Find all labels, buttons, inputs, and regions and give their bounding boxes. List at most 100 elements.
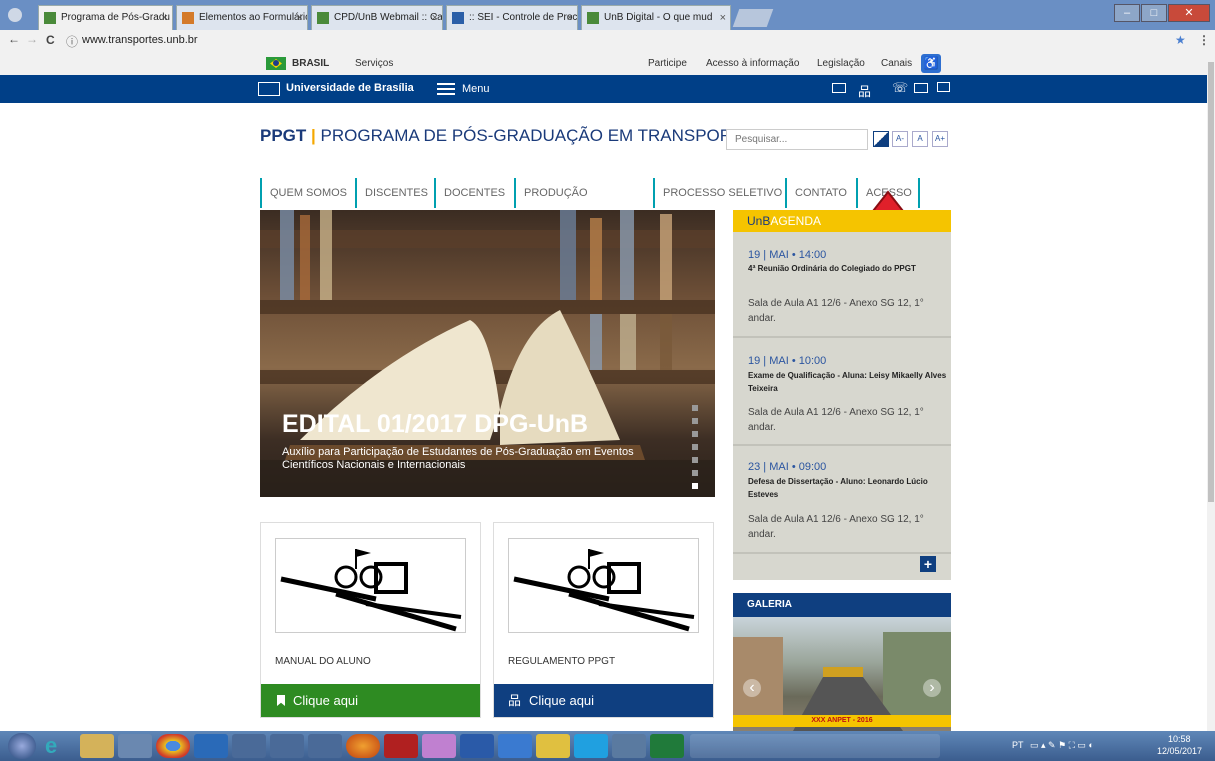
- chrome-icon[interactable]: [156, 734, 190, 758]
- mail-icon[interactable]: [832, 83, 846, 93]
- menu-label[interactable]: Menu: [462, 83, 490, 95]
- hero-title[interactable]: EDITAL 01/2017 DPG-UnB: [282, 410, 588, 439]
- slide-dot[interactable]: [692, 470, 698, 476]
- close-icon[interactable]: ×: [432, 6, 438, 30]
- tab-webmail[interactable]: CPD/UnB Webmail :: Ca ×: [311, 5, 443, 30]
- skype-icon[interactable]: [574, 734, 608, 758]
- sitemap-icon[interactable]: 品: [858, 81, 871, 100]
- language-indicator[interactable]: PT: [1012, 740, 1024, 750]
- font-increase-button[interactable]: A+: [932, 131, 948, 147]
- monitor-icon[interactable]: [937, 82, 950, 92]
- paint-icon[interactable]: [422, 734, 456, 758]
- tab-label: Programa de Pós-Gradu: [61, 12, 170, 23]
- slide-dot-active[interactable]: [692, 483, 698, 489]
- agenda-item[interactable]: 19 | MAI • 14:00 4ª Reunião Ordinária do…: [733, 232, 951, 338]
- slide-dot[interactable]: [692, 431, 698, 437]
- tab-unb-digital[interactable]: UnB Digital - O que mud ×: [581, 5, 731, 30]
- active-window[interactable]: [690, 734, 940, 758]
- outlook-icon[interactable]: [194, 734, 228, 758]
- acesso-informacao-link[interactable]: Acesso à informação: [706, 58, 799, 69]
- nav-contato[interactable]: CONTATO: [785, 178, 853, 208]
- new-tab-button[interactable]: [732, 9, 774, 27]
- slide-dot[interactable]: [692, 444, 698, 450]
- agenda-event-title[interactable]: Defesa de Dissertação - Aluno: Leonardo …: [748, 475, 948, 501]
- windows-taskbar: e PT ▭ ▴ ✎ ⚑ ⛶ ▭ ◐ 10:58 12/05/2017: [0, 731, 1215, 761]
- close-icon[interactable]: ×: [162, 6, 168, 30]
- nav-discentes[interactable]: DISCENTES: [355, 178, 431, 208]
- agenda-event-title[interactable]: Exame de Qualificação - Aluna: Leisy Mik…: [748, 369, 948, 395]
- gallery-next-icon[interactable]: ›: [923, 679, 941, 697]
- excel-icon[interactable]: [650, 734, 684, 758]
- ie-icon[interactable]: e: [45, 734, 71, 758]
- hero-banner[interactable]: EDITAL 01/2017 DPG-UnB Auxílio para Part…: [260, 210, 715, 497]
- page-scrollbar[interactable]: [1207, 52, 1215, 731]
- scrollbar-thumb[interactable]: [1208, 62, 1214, 502]
- slide-dot[interactable]: [692, 418, 698, 424]
- nav-docentes[interactable]: DOCENTES: [434, 178, 511, 208]
- window-icon[interactable]: [308, 734, 342, 758]
- start-button-icon[interactable]: [8, 733, 36, 759]
- servicos-link[interactable]: Serviços: [355, 58, 393, 69]
- brasil-link[interactable]: BRASIL: [292, 58, 329, 69]
- folder-icon[interactable]: [80, 734, 114, 758]
- accessibility-icon[interactable]: ♿: [921, 54, 941, 73]
- user-icon[interactable]: [612, 734, 646, 758]
- agenda-item[interactable]: 23 | MAI • 09:00 Defesa de Dissertação -…: [733, 448, 951, 554]
- window-icon[interactable]: [232, 734, 266, 758]
- legislacao-link[interactable]: Legislação: [817, 58, 865, 69]
- word-icon[interactable]: [460, 734, 494, 758]
- agenda-item[interactable]: 19 | MAI • 10:00 Exame de Qualificação -…: [733, 340, 951, 446]
- slide-dot[interactable]: [692, 405, 698, 411]
- firefox-icon[interactable]: [346, 734, 380, 758]
- onedrive-icon[interactable]: [498, 734, 532, 758]
- agenda-event-title[interactable]: 4ª Reunião Ordinária do Colegiado do PPG…: [748, 262, 948, 275]
- clock-time[interactable]: 10:58: [1168, 734, 1191, 744]
- hamburger-icon[interactable]: [437, 83, 455, 95]
- close-icon[interactable]: ×: [720, 6, 726, 30]
- forward-icon[interactable]: →: [26, 32, 38, 46]
- browser-menu-icon[interactable]: ⋮: [1198, 33, 1210, 47]
- system-tray-icons[interactable]: ▭ ▴ ✎ ⚑ ⛶ ▭ ◐: [1030, 740, 1150, 752]
- tab-programa[interactable]: Programa de Pós-Gradu ×: [38, 5, 173, 30]
- phone-icon[interactable]: ☏: [892, 80, 908, 96]
- unb-logo-icon[interactable]: [258, 82, 280, 96]
- clock-date[interactable]: 12/05/2017: [1157, 746, 1202, 756]
- url-field[interactable]: www.transportes.unb.br: [82, 34, 198, 46]
- media-icon[interactable]: [118, 734, 152, 758]
- sei-favicon-icon: [452, 12, 464, 24]
- font-decrease-button[interactable]: A-: [892, 131, 908, 147]
- site-title[interactable]: PPGT | PROGRAMA DE PÓS-GRADUAÇÃO EM TRAN…: [260, 126, 765, 146]
- participe-link[interactable]: Participe: [648, 58, 687, 69]
- font-reset-button[interactable]: A: [912, 131, 928, 147]
- info-icon[interactable]: ⓘ: [66, 33, 78, 50]
- contrast-icon[interactable]: [873, 131, 889, 147]
- back-icon[interactable]: ←: [8, 32, 20, 46]
- gallery-prev-icon[interactable]: ‹: [743, 679, 761, 697]
- search-input[interactable]: [726, 129, 868, 150]
- explorer-icon[interactable]: [536, 734, 570, 758]
- maximize-icon[interactable]: □: [1141, 4, 1167, 22]
- window-icon[interactable]: [270, 734, 304, 758]
- button-label: Clique aqui: [529, 693, 595, 708]
- regulamento-clique-aqui-button[interactable]: 品 Clique aqui: [494, 684, 713, 717]
- reload-icon[interactable]: C: [46, 33, 55, 47]
- nav-producao-cientifica[interactable]: PRODUÇÃO CIENTÍFICA: [514, 178, 650, 229]
- bookmark-star-icon[interactable]: ★: [1175, 33, 1186, 47]
- manual-clique-aqui-button[interactable]: Clique aqui: [261, 684, 480, 717]
- tab-elementos[interactable]: Elementos ao Formulário ×: [176, 5, 308, 30]
- minimize-icon[interactable]: –: [1114, 4, 1140, 22]
- pdf-icon[interactable]: [384, 734, 418, 758]
- agenda-place: Sala de Aula A1 12/6 - Anexo SG 12, 1° a…: [748, 298, 924, 324]
- close-icon[interactable]: ×: [567, 6, 573, 30]
- close-icon[interactable]: ×: [297, 6, 303, 30]
- canais-link[interactable]: Canais: [881, 58, 912, 69]
- tab-sei[interactable]: :: SEI - Controle de Proc ×: [446, 5, 578, 30]
- nav-quem-somos[interactable]: QUEM SOMOS: [260, 178, 353, 208]
- galeria-photo[interactable]: ‹ › XXX ANPET - 2016: [733, 617, 951, 731]
- unb-name[interactable]: Universidade de Brasília: [286, 82, 414, 94]
- slide-dot[interactable]: [692, 457, 698, 463]
- contact-card-icon[interactable]: [914, 83, 928, 93]
- agenda-more-button[interactable]: +: [920, 556, 936, 572]
- nav-processo-seletivo[interactable]: PROCESSO SELETIVO: [653, 178, 783, 208]
- close-window-icon[interactable]: ✕: [1168, 4, 1210, 22]
